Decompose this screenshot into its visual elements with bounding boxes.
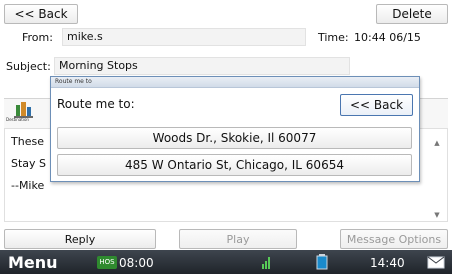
signal-icon — [262, 254, 272, 270]
back-button[interactable]: << Back — [4, 4, 78, 24]
time-value: 10:44 06/15 — [354, 31, 421, 44]
clock: 14:40 — [370, 256, 405, 270]
time-label: Time: — [318, 31, 349, 44]
hos-badge[interactable]: HOS — [97, 256, 117, 269]
battery-icon — [316, 254, 328, 270]
mail-icon[interactable] — [427, 254, 445, 270]
subject-label: Subject: — [6, 60, 51, 73]
scroll-down-icon[interactable]: ▼ — [433, 211, 441, 219]
menu-button[interactable]: Menu — [8, 253, 58, 272]
reply-button[interactable]: Reply — [4, 229, 156, 249]
dialog-title-bar: Route me to — [51, 77, 419, 88]
route-dialog: Route me to Route me to: << Back Woods D… — [50, 76, 420, 182]
route-option-ontario[interactable]: 485 W Ontario St, Chicago, IL 60654 — [57, 154, 412, 176]
message-options-button[interactable]: Message Options — [340, 229, 448, 249]
subject-field: Morning Stops — [54, 57, 350, 75]
destination-icon[interactable]: Destination — [6, 101, 38, 125]
dialog-back-button[interactable]: << Back — [340, 94, 413, 116]
destination-label: Destination — [6, 117, 29, 122]
body-line: --Mike — [11, 179, 45, 192]
hos-time: 08:00 — [119, 256, 154, 270]
dialog-title: Route me to — [55, 78, 92, 85]
body-line: These — [11, 135, 44, 148]
message-screen: << Back Delete From: mike.s Time: 10:44 … — [0, 0, 452, 274]
scrollbar[interactable]: ▲ ▼ — [433, 135, 441, 219]
from-field: mike.s — [62, 28, 306, 46]
scroll-up-icon[interactable]: ▲ — [433, 139, 441, 147]
play-button[interactable]: Play — [179, 229, 297, 249]
from-label: From: — [22, 31, 53, 44]
route-option-woods[interactable]: Woods Dr., Skokie, Il 60077 — [57, 127, 412, 149]
body-line: Stay S — [11, 157, 47, 170]
route-prompt: Route me to: — [57, 97, 135, 111]
delete-button[interactable]: Delete — [376, 4, 448, 24]
